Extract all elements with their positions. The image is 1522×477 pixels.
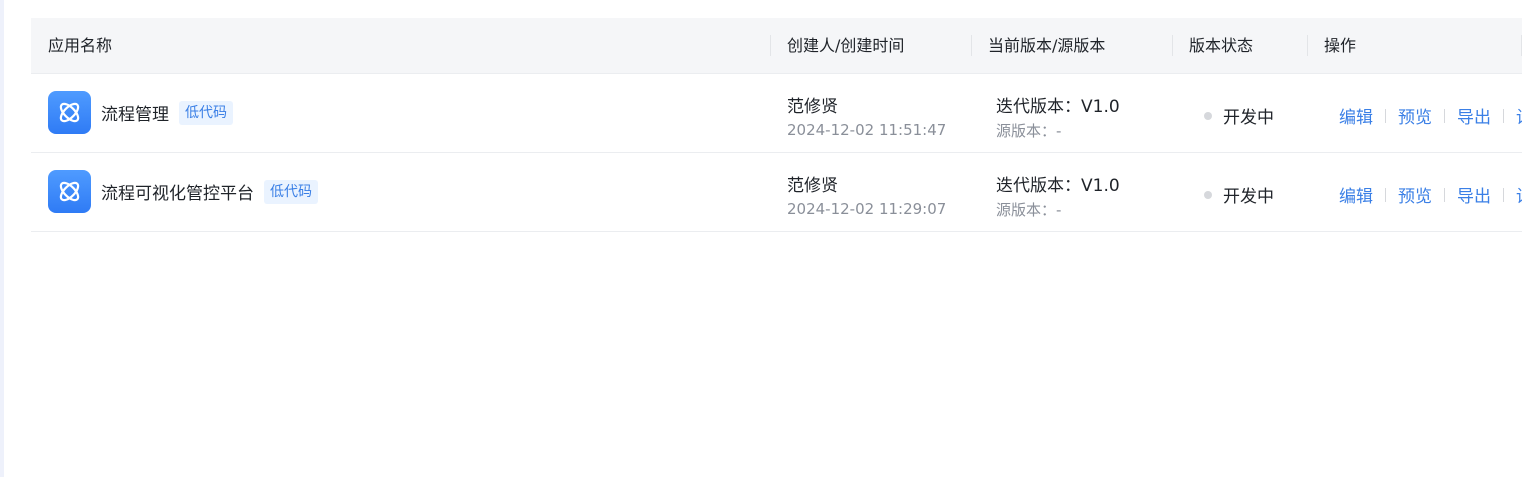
status-text: 开发中 bbox=[1223, 108, 1274, 128]
row-actions: 编辑 预览 导出 设 bbox=[1339, 103, 1522, 128]
current-version: 迭代版本：V1.0 bbox=[996, 176, 1120, 196]
app-name-link[interactable]: 流程管理 bbox=[101, 100, 169, 125]
table-row[interactable]: 流程管理 低代码 范修贤 2024-12-02 11:51:47 迭代版本：V1… bbox=[31, 74, 1522, 153]
action-divider bbox=[1385, 108, 1386, 123]
source-version: 源版本：- bbox=[996, 122, 1062, 140]
header-status: 版本状态 bbox=[1189, 36, 1254, 55]
status-dot-icon bbox=[1204, 190, 1212, 199]
table-row[interactable]: 流程可视化管控平台 低代码 范修贤 2024-12-02 11:29:07 迭代… bbox=[31, 153, 1522, 232]
export-link[interactable]: 导出 bbox=[1457, 182, 1491, 207]
header-creator-time: 创建人/创建时间 bbox=[787, 36, 905, 55]
preview-link[interactable]: 预览 bbox=[1398, 103, 1432, 128]
row-actions: 编辑 预览 导出 设 bbox=[1339, 182, 1522, 207]
app-table: 应用名称 创建人/创建时间 当前版本/源版本 版本状态 操作 流程管理 低代码 … bbox=[31, 18, 1522, 232]
created-time: 2024-12-02 11:29:07 bbox=[787, 200, 947, 218]
settings-link[interactable]: 设 bbox=[1516, 182, 1522, 207]
low-code-tag: 低代码 bbox=[179, 100, 233, 125]
action-divider bbox=[1503, 187, 1504, 202]
action-divider bbox=[1444, 187, 1445, 202]
edit-link[interactable]: 编辑 bbox=[1339, 182, 1373, 207]
current-version: 迭代版本：V1.0 bbox=[996, 97, 1120, 117]
creator-name: 范修贤 bbox=[787, 176, 838, 196]
low-code-tag: 低代码 bbox=[264, 179, 318, 204]
action-divider bbox=[1503, 108, 1504, 123]
table-header: 应用名称 创建人/创建时间 当前版本/源版本 版本状态 操作 bbox=[31, 18, 1522, 74]
atom-icon bbox=[48, 91, 91, 134]
column-divider bbox=[770, 35, 771, 56]
column-divider bbox=[1172, 35, 1173, 56]
action-divider bbox=[1444, 108, 1445, 123]
app-name-link[interactable]: 流程可视化管控平台 bbox=[101, 179, 254, 204]
app-name-cell: 流程可视化管控平台 低代码 bbox=[101, 179, 318, 204]
column-divider bbox=[1307, 35, 1308, 56]
left-edge-strip bbox=[0, 0, 4, 477]
header-version: 当前版本/源版本 bbox=[988, 36, 1106, 55]
status-cell: 开发中 bbox=[1204, 182, 1274, 207]
app-list-page: 应用名称 创建人/创建时间 当前版本/源版本 版本状态 操作 流程管理 低代码 … bbox=[0, 0, 1522, 477]
preview-link[interactable]: 预览 bbox=[1398, 182, 1432, 207]
edit-link[interactable]: 编辑 bbox=[1339, 103, 1373, 128]
creator-name: 范修贤 bbox=[787, 97, 838, 117]
atom-icon bbox=[48, 170, 91, 213]
header-actions: 操作 bbox=[1324, 36, 1357, 55]
settings-link[interactable]: 设 bbox=[1516, 103, 1522, 128]
status-text: 开发中 bbox=[1223, 187, 1274, 207]
status-dot-icon bbox=[1204, 111, 1212, 120]
export-link[interactable]: 导出 bbox=[1457, 103, 1491, 128]
action-divider bbox=[1385, 187, 1386, 202]
app-name-cell: 流程管理 低代码 bbox=[101, 100, 233, 125]
column-divider bbox=[971, 35, 972, 56]
status-cell: 开发中 bbox=[1204, 103, 1274, 128]
header-app-name: 应用名称 bbox=[48, 36, 113, 55]
source-version: 源版本：- bbox=[996, 201, 1062, 219]
created-time: 2024-12-02 11:51:47 bbox=[787, 121, 947, 139]
